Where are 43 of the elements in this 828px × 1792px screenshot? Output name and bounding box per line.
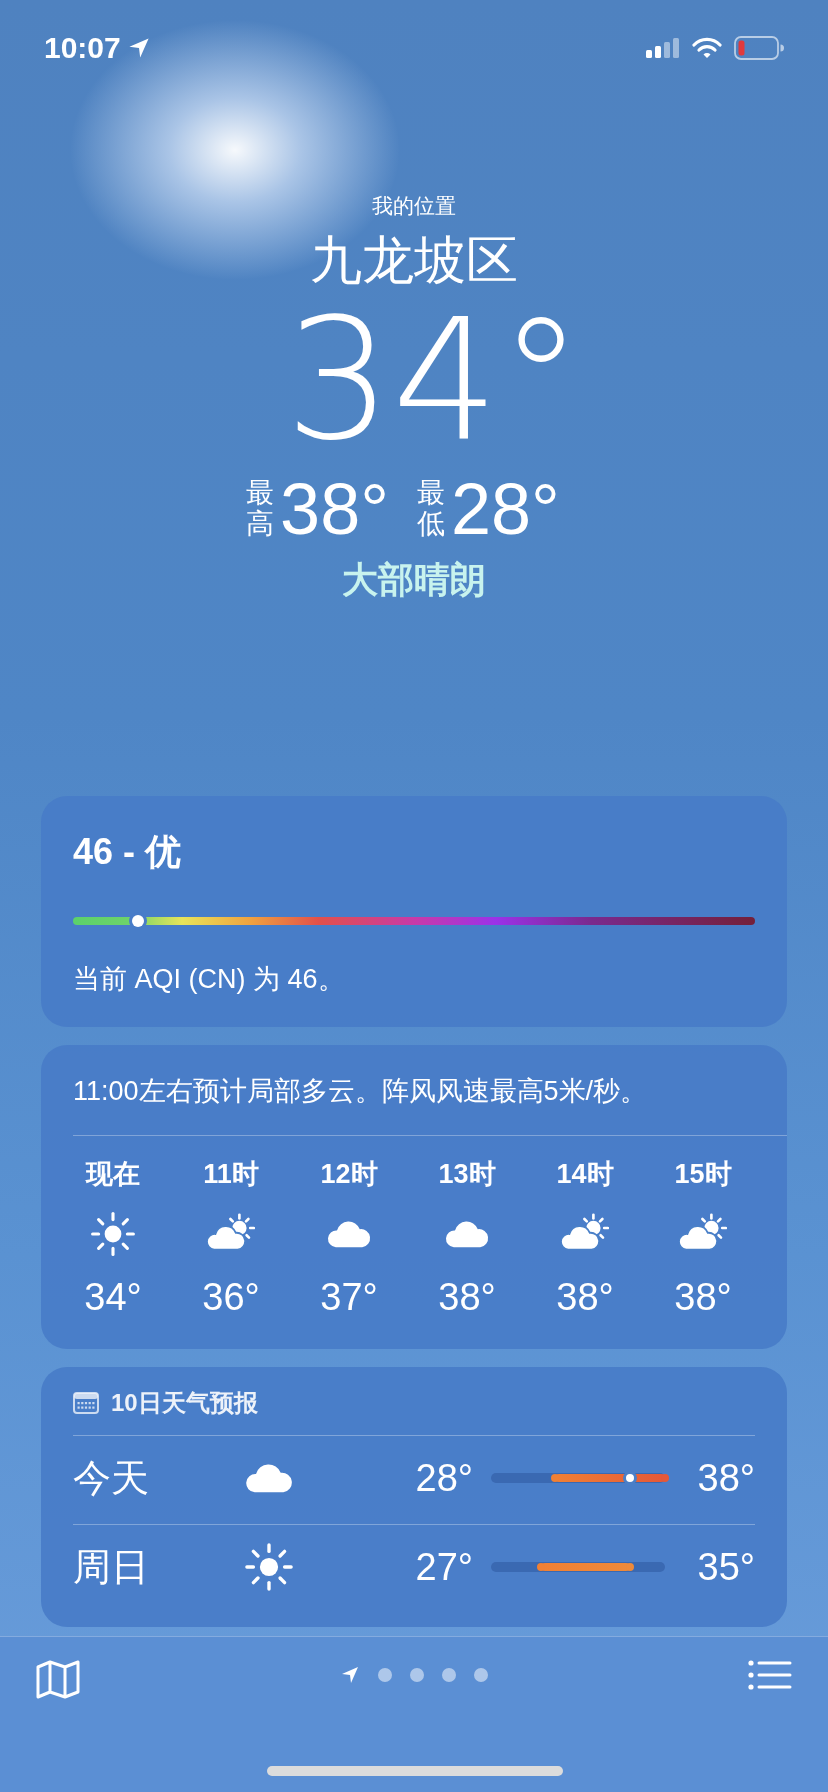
location-caption: 我的位置: [372, 193, 456, 219]
hour-temperature: 38°: [438, 1276, 496, 1319]
current-temperature: 34°: [284, 296, 583, 464]
hour-temperature: 38°: [674, 1276, 732, 1319]
location-page-indicator-icon[interactable]: [340, 1665, 360, 1685]
weather-condition: 大部晴朗: [342, 558, 486, 602]
air-quality-card[interactable]: 46 - 优 当前 AQI (CN) 为 46。: [41, 796, 787, 1027]
list-button[interactable]: [748, 1659, 792, 1691]
hour-temperature: 38°: [556, 1276, 614, 1319]
status-time: 10:07: [44, 31, 121, 65]
hour-temperature: 36°: [202, 1276, 260, 1319]
hour-label: 现在: [86, 1158, 140, 1191]
calendar-icon: [73, 1392, 99, 1414]
page-indicator-dot[interactable]: [474, 1668, 488, 1682]
hour-label: 12时: [320, 1158, 378, 1191]
hour-temperature: 37°: [320, 1276, 378, 1319]
page-indicator-dot[interactable]: [410, 1668, 424, 1682]
high-temperature: 38°: [280, 468, 389, 550]
forecast-summary: 11:00左右预计局部多云。阵风风速最高5米/秒。: [73, 1075, 649, 1108]
hour-temperature: 34°: [84, 1276, 142, 1319]
hour-label: 14时: [556, 1158, 614, 1191]
aqi-value: 46 - 优: [73, 830, 183, 874]
battery-icon: [734, 36, 784, 60]
high-label: 最高: [246, 478, 275, 540]
city-name: 九龙坡区: [310, 230, 518, 291]
low-temperature: 28°: [414, 1456, 473, 1500]
signal-icon: [646, 37, 680, 59]
forecast-title: 10日天气预报: [111, 1388, 258, 1418]
page-indicator-dot[interactable]: [378, 1668, 392, 1682]
high-temperature: 35°: [696, 1545, 755, 1589]
day-name: 周日: [73, 1544, 150, 1590]
low-temperature: 27°: [414, 1545, 473, 1589]
aqi-description: 当前 AQI (CN) 为 46。: [73, 963, 346, 996]
hour-label: 11时: [203, 1158, 259, 1191]
hour-label: 13时: [438, 1158, 496, 1191]
hour-label: 15时: [674, 1158, 732, 1191]
wifi-icon: [692, 37, 722, 59]
day-name: 今天: [73, 1455, 150, 1501]
page-indicator-dot[interactable]: [442, 1668, 456, 1682]
high-temperature: 38°: [696, 1456, 755, 1500]
low-label: 最低: [417, 478, 445, 540]
low-temperature: 28°: [451, 468, 560, 550]
map-button[interactable]: [36, 1659, 80, 1699]
